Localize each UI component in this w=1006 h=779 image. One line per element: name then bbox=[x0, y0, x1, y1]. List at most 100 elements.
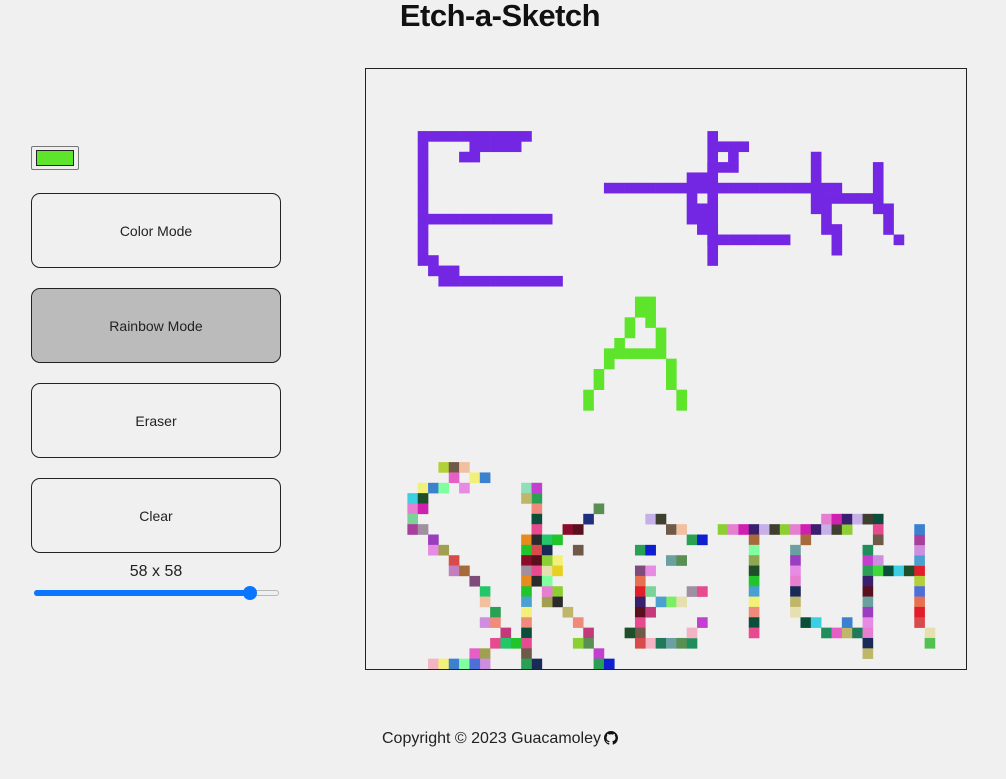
grid-cell-rainbow[interactable] bbox=[438, 544, 450, 556]
grid-cell-rainbow[interactable] bbox=[593, 648, 605, 659]
grid-cell-rainbow[interactable] bbox=[428, 544, 439, 556]
grid-cell-rainbow[interactable] bbox=[572, 637, 584, 649]
grid-cell-rainbow[interactable] bbox=[428, 658, 439, 669]
grid-cell-rainbow[interactable] bbox=[676, 637, 687, 649]
grid-cell-rainbow[interactable] bbox=[448, 658, 460, 669]
grid-cell[interactable] bbox=[521, 275, 532, 287]
grid-cell-rainbow[interactable] bbox=[914, 555, 925, 566]
grid-cell-rainbow[interactable] bbox=[810, 524, 822, 535]
grid-cell[interactable] bbox=[872, 193, 884, 204]
grid-cell-rainbow[interactable] bbox=[697, 617, 708, 628]
grid-cell-rainbow[interactable] bbox=[903, 565, 915, 577]
grid-cell-rainbow[interactable] bbox=[748, 596, 760, 608]
grid-cell[interactable] bbox=[521, 213, 532, 225]
grid-cell-rainbow[interactable] bbox=[748, 627, 760, 639]
grid-cell[interactable] bbox=[769, 182, 781, 194]
grid-cell-rainbow[interactable] bbox=[914, 575, 925, 587]
grid-cell[interactable] bbox=[810, 193, 822, 204]
grid-cell-rainbow[interactable] bbox=[748, 617, 760, 628]
grid-cell-rainbow[interactable] bbox=[438, 658, 450, 669]
grid-cell[interactable] bbox=[479, 275, 491, 287]
grid-cell-rainbow[interactable] bbox=[821, 627, 832, 639]
grid-cell[interactable] bbox=[883, 224, 894, 235]
grid-cell[interactable] bbox=[417, 151, 429, 163]
grid-cell-rainbow[interactable] bbox=[862, 637, 874, 649]
grid-cell-rainbow[interactable] bbox=[862, 648, 874, 659]
grid-cell[interactable] bbox=[676, 182, 687, 194]
grid-cell[interactable] bbox=[779, 182, 791, 194]
grid-cell[interactable] bbox=[831, 234, 843, 246]
grid-cell-rainbow[interactable] bbox=[862, 513, 874, 525]
grid-cell-rainbow[interactable] bbox=[914, 596, 925, 608]
grid-cell[interactable] bbox=[655, 327, 667, 339]
grid-cell-rainbow[interactable] bbox=[541, 544, 553, 556]
grid-cell-rainbow[interactable] bbox=[790, 575, 801, 587]
grid-cell[interactable] bbox=[417, 244, 429, 256]
grid-cell[interactable] bbox=[417, 203, 429, 215]
grid-cell-rainbow[interactable] bbox=[541, 596, 553, 608]
grid-cell-rainbow[interactable] bbox=[645, 606, 656, 618]
grid-cell[interactable] bbox=[697, 203, 708, 215]
grid-cell-rainbow[interactable] bbox=[872, 513, 884, 525]
grid-cell-rainbow[interactable] bbox=[634, 575, 646, 587]
grid-cell[interactable] bbox=[717, 234, 729, 246]
grid-cell-rainbow[interactable] bbox=[417, 503, 429, 515]
grid-cell-rainbow[interactable] bbox=[428, 534, 439, 546]
grid-cell[interactable] bbox=[614, 182, 625, 194]
grid-cell[interactable] bbox=[428, 213, 439, 225]
grid-cell-rainbow[interactable] bbox=[521, 493, 532, 504]
grid-cell[interactable] bbox=[748, 234, 760, 246]
grid-cell-rainbow[interactable] bbox=[634, 637, 646, 649]
grid-cell[interactable] bbox=[624, 327, 636, 339]
grid-cell-rainbow[interactable] bbox=[521, 627, 532, 639]
grid-cell[interactable] bbox=[459, 275, 470, 287]
grid-cell[interactable] bbox=[490, 275, 501, 287]
grid-cell[interactable] bbox=[552, 275, 563, 287]
grid-cell[interactable] bbox=[707, 224, 719, 235]
grid-cell[interactable] bbox=[438, 131, 450, 142]
grid-cell[interactable] bbox=[614, 348, 625, 359]
grid-cell[interactable] bbox=[810, 203, 822, 215]
grid-cell-rainbow[interactable] bbox=[893, 565, 905, 577]
grid-cell-rainbow[interactable] bbox=[469, 575, 481, 587]
grid-cell-rainbow[interactable] bbox=[914, 606, 925, 618]
sketch-canvas[interactable] bbox=[366, 69, 966, 669]
grid-cell-rainbow[interactable] bbox=[852, 627, 863, 639]
grid-cell-rainbow[interactable] bbox=[448, 462, 460, 473]
grid-cell[interactable] bbox=[707, 244, 719, 256]
grid-cell[interactable] bbox=[521, 131, 532, 142]
grid-cell[interactable] bbox=[697, 182, 708, 194]
grid-cell-rainbow[interactable] bbox=[459, 462, 470, 473]
grid-cell-rainbow[interactable] bbox=[562, 606, 574, 618]
grid-cell-rainbow[interactable] bbox=[914, 565, 925, 577]
grid-cell-rainbow[interactable] bbox=[407, 503, 419, 515]
grid-cell-rainbow[interactable] bbox=[603, 658, 615, 669]
grid-cell[interactable] bbox=[707, 182, 719, 194]
grid-cell[interactable] bbox=[417, 224, 429, 235]
grid-cell-rainbow[interactable] bbox=[862, 544, 874, 556]
grid-cell[interactable] bbox=[821, 203, 832, 215]
grid-cell[interactable] bbox=[583, 400, 594, 411]
grid-cell[interactable] bbox=[707, 172, 719, 184]
grid-cell[interactable] bbox=[666, 182, 677, 194]
grid-cell-rainbow[interactable] bbox=[521, 648, 532, 659]
grid-cell-rainbow[interactable] bbox=[655, 637, 667, 649]
grid-cell[interactable] bbox=[872, 162, 884, 173]
grid-cell-rainbow[interactable] bbox=[490, 637, 501, 649]
grid-cell[interactable] bbox=[500, 131, 512, 142]
grid-cell-rainbow[interactable] bbox=[479, 596, 491, 608]
grid-cell-rainbow[interactable] bbox=[872, 555, 884, 566]
grid-cell-rainbow[interactable] bbox=[748, 586, 760, 597]
grid-cell-rainbow[interactable] bbox=[717, 524, 729, 535]
grid-cell-rainbow[interactable] bbox=[748, 565, 760, 577]
grid-cell[interactable] bbox=[728, 151, 739, 163]
grid-cell[interactable] bbox=[417, 131, 429, 142]
grid-cell[interactable] bbox=[448, 213, 460, 225]
grid-cell[interactable] bbox=[748, 182, 760, 194]
grid-cell[interactable] bbox=[479, 141, 491, 153]
grid-cell-rainbow[interactable] bbox=[552, 596, 563, 608]
grid-cell-rainbow[interactable] bbox=[748, 544, 760, 556]
grid-cell-rainbow[interactable] bbox=[800, 534, 812, 546]
grid-cell[interactable] bbox=[717, 141, 729, 153]
grid-cell[interactable] bbox=[510, 275, 522, 287]
